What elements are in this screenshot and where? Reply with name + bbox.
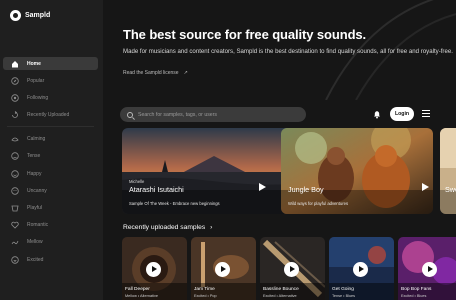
sidebar: Sampld Home Popular Following Recently U…: [0, 0, 103, 300]
featured-caption: Sample Of The Week - Embrace new beginni…: [129, 201, 220, 206]
romantic-icon: [10, 221, 19, 230]
sidebar-item-uncanny[interactable]: Uncanny: [3, 184, 98, 197]
sample-card[interactable]: Get Going Tense • Blues: [329, 237, 394, 300]
excited-icon: [10, 255, 19, 264]
sidebar-item-recently-uploaded[interactable]: Recently Uploaded: [3, 109, 98, 122]
compass-icon: [10, 76, 19, 85]
license-link-label: Read the Sampld license: [123, 70, 179, 76]
sidebar-item-following[interactable]: Following: [3, 91, 98, 104]
sidebar-item-romantic[interactable]: Romantic: [3, 219, 98, 232]
hero-title: The best source for free quality sounds.: [123, 27, 367, 42]
play-icon[interactable]: [258, 183, 266, 192]
calming-icon: [10, 135, 19, 144]
bell-icon[interactable]: [373, 110, 381, 119]
sample-tags: Excited • Blues: [401, 294, 427, 298]
sidebar-item-label: Happy: [27, 170, 42, 177]
featured-title: Atarashi Isutaichi: [129, 185, 184, 194]
featured-card[interactable]: Michelle Atarashi Isutaichi Sample Of Th…: [122, 128, 305, 214]
sidebar-item-happy[interactable]: Happy: [3, 167, 98, 180]
sample-title: Fall Deeper: [125, 287, 150, 292]
sidebar-item-home[interactable]: Home: [3, 57, 98, 70]
sample-tags: Excited • Alternative: [263, 294, 297, 298]
sample-title: Jam Time: [194, 287, 215, 292]
main-content: The best source for free quality sounds.…: [103, 0, 456, 300]
sidebar-item-label: Uncanny: [27, 187, 47, 194]
sidebar-item-label: Excited: [27, 256, 44, 263]
sample-card[interactable]: Bassline Bounce Excited • Alternative: [260, 237, 325, 300]
sample-tags: Excited • Pop: [194, 294, 217, 298]
happy-icon: [10, 169, 19, 178]
featured-title: Jungle Boy: [288, 185, 324, 194]
play-button[interactable]: [284, 262, 299, 277]
search-bar[interactable]: [120, 107, 306, 122]
featured-category: Michelle: [129, 179, 145, 184]
sidebar-item-excited[interactable]: Excited: [3, 253, 98, 266]
search-input[interactable]: [138, 111, 298, 118]
play-icon[interactable]: [421, 183, 429, 192]
sample-card[interactable]: Bop Bop Fans Excited • Blues: [398, 237, 456, 300]
recent-section-title[interactable]: Recently uploaded samples ›: [123, 224, 212, 231]
external-link-icon: ↗: [183, 70, 188, 76]
featured-artwork-partial: [440, 128, 456, 214]
sample-card[interactable]: Jam Time Excited • Pop: [191, 237, 256, 300]
play-button[interactable]: [422, 262, 437, 277]
sidebar-item-tense[interactable]: Tense: [3, 150, 98, 163]
sidebar-item-mellow[interactable]: Mellow: [3, 236, 98, 249]
sidebar-item-label: Following: [27, 94, 49, 101]
sidebar-item-label: Tense: [27, 153, 41, 160]
sidebar-item-label: Popular: [27, 77, 45, 84]
logo-icon: [10, 10, 21, 21]
search-icon: [127, 111, 133, 118]
sample-title: Bassline Bounce: [263, 287, 299, 292]
play-button[interactable]: [353, 262, 368, 277]
sample-tags: Tense • Blues: [332, 294, 356, 298]
featured-card[interactable]: Jungle Boy Wild ways for playful adventu…: [281, 128, 433, 214]
sidebar-item-calming[interactable]: Calming: [3, 133, 98, 146]
upload-icon: [10, 111, 19, 120]
hamburger-menu-icon[interactable]: [422, 110, 430, 117]
sidebar-item-label: Recently Uploaded: [27, 112, 70, 119]
section-title-label: Recently uploaded samples: [123, 224, 206, 231]
sidebar-item-label: Romantic: [27, 222, 49, 229]
sidebar-item-popular[interactable]: Popular: [3, 74, 98, 87]
login-button[interactable]: Login: [390, 107, 414, 121]
sidebar-divider: [7, 125, 94, 127]
license-link[interactable]: Read the Sampld license ↗: [123, 70, 188, 76]
featured-title: Swe: [445, 185, 456, 194]
home-icon: [10, 59, 19, 68]
app-name: Sampld: [25, 12, 51, 19]
sample-title: Get Going: [332, 287, 354, 292]
sidebar-item-label: Calming: [27, 136, 46, 143]
tense-icon: [10, 152, 19, 161]
app-logo[interactable]: Sampld: [10, 10, 50, 21]
sample-title: Bop Bop Fans: [401, 287, 432, 292]
play-button[interactable]: [215, 262, 230, 277]
sidebar-item-label: Playful: [27, 205, 43, 211]
following-icon: [10, 93, 19, 102]
sidebar-nav: Home Popular Following Recently Uploaded: [3, 57, 98, 270]
hero-description: Made for musicians and content creators,…: [123, 48, 453, 55]
featured-card[interactable]: Swe: [440, 128, 456, 214]
chevron-right-icon: ›: [210, 224, 213, 231]
mellow-icon: [10, 238, 19, 247]
sample-tags: Mellow • Alternative: [125, 294, 158, 298]
sidebar-item-label: Mellow: [27, 239, 43, 246]
play-button[interactable]: [146, 262, 161, 277]
sidebar-item-playful[interactable]: Playful: [3, 202, 98, 215]
uncanny-icon: [10, 186, 19, 195]
featured-caption: Wild ways for playful adventures: [288, 201, 349, 206]
sample-card[interactable]: Fall Deeper Mellow • Alternative: [122, 237, 187, 300]
playful-icon: [10, 204, 19, 213]
sidebar-item-label: Home: [27, 60, 41, 67]
